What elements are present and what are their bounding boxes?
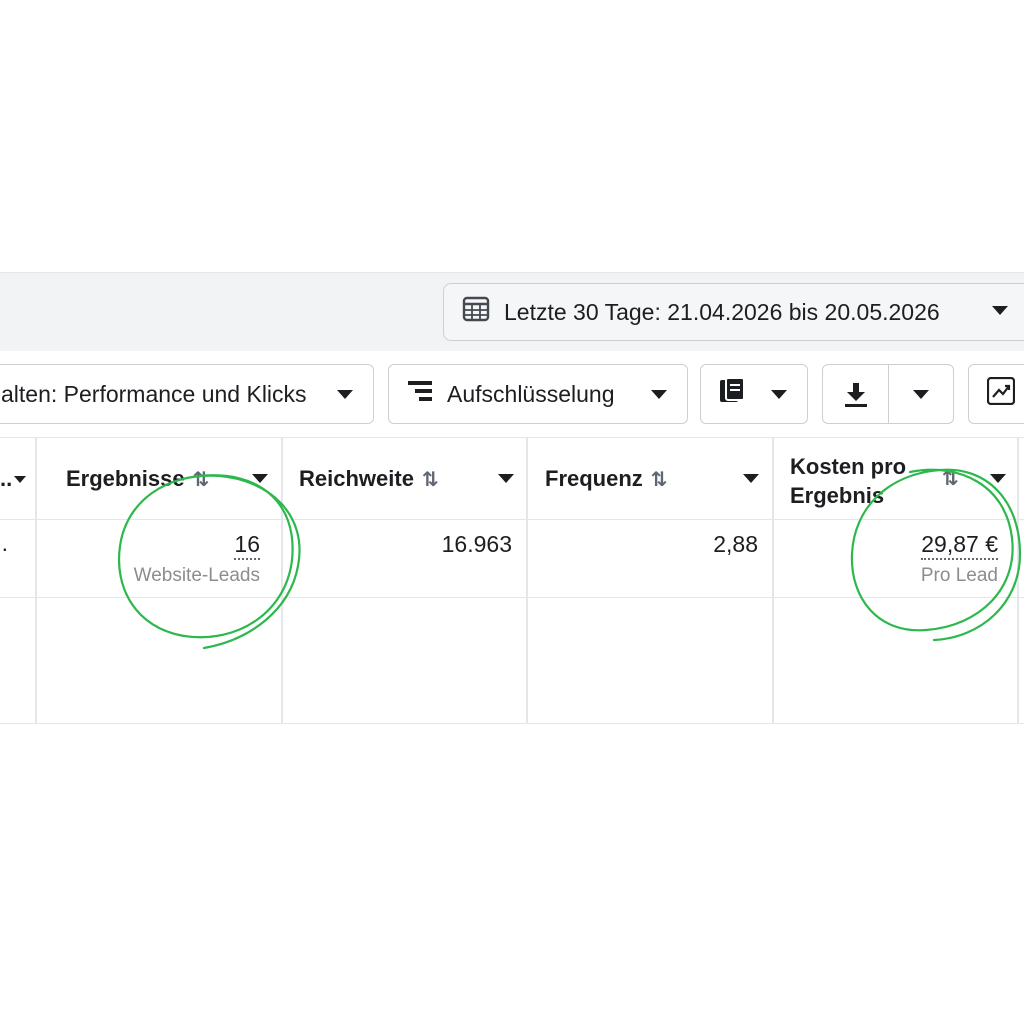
caret-down-icon: [337, 389, 353, 399]
breakdown-button[interactable]: Aufschlüsselung: [388, 364, 688, 424]
header-bottom-border: [0, 519, 1024, 520]
columns-label: alten: Performance und Klicks: [1, 380, 307, 407]
header-label: Frequenz: [545, 466, 643, 491]
column-header-reach[interactable]: Reichweite ⇅: [299, 466, 439, 492]
column-header-results[interactable]: Ergebnisse ⇅: [66, 466, 209, 492]
cell-results[interactable]: 16: [100, 531, 260, 560]
cost-value[interactable]: 29,87 €: [921, 531, 998, 560]
header-label: Reichweite: [299, 466, 414, 491]
calendar-icon: [462, 295, 490, 329]
caret-down-icon[interactable]: [913, 390, 929, 399]
column-divider: [281, 437, 283, 724]
cost-subtext: Pro Lead: [920, 565, 998, 586]
cell-frequency: 2,88: [713, 531, 758, 557]
column-divider: [772, 437, 774, 724]
columns-button[interactable]: alten: Performance und Klicks: [0, 364, 374, 424]
results-subtext: Website-Leads: [133, 565, 260, 586]
header-label-line1: Kosten pro: [790, 454, 907, 479]
column-header-truncated[interactable]: ..: [0, 466, 27, 492]
date-range-picker[interactable]: Letzte 30 Tage: 21.04.2026 bis 20.05.202…: [443, 283, 1024, 341]
cell-cost-per-result[interactable]: 29,87 €: [790, 531, 998, 560]
caret-down-icon[interactable]: [252, 474, 268, 483]
date-range-label: Letzte 30 Tage: 21.04.2026 bis 20.05.202…: [504, 298, 940, 325]
caret-down-icon[interactable]: [990, 474, 1006, 483]
download-icon[interactable]: [843, 382, 869, 414]
caret-down-icon: [992, 306, 1008, 315]
column-header-cost-per-result[interactable]: Kosten pro Ergebnis: [790, 452, 906, 510]
sort-icon[interactable]: ⇅: [193, 467, 210, 492]
reports-button[interactable]: [700, 364, 808, 424]
breakdown-label: Aufschlüsselung: [447, 380, 615, 407]
column-header-frequency[interactable]: Frequenz ⇅: [545, 466, 668, 492]
header-label-line2: Ergebnis: [790, 483, 885, 508]
row-border: [0, 597, 1024, 598]
caret-down-icon[interactable]: [743, 474, 759, 483]
caret-down-icon: [771, 389, 787, 399]
caret-down-icon[interactable]: [498, 474, 514, 483]
cell-truncated: .: [1, 530, 8, 556]
caret-down-icon: [651, 389, 667, 399]
reports-icon: [719, 377, 749, 411]
button-divider: [888, 365, 889, 423]
table-top-border: [0, 437, 1024, 438]
export-button[interactable]: [822, 364, 954, 424]
results-value[interactable]: 16: [234, 531, 260, 560]
chart-icon: [986, 376, 1016, 411]
column-divider: [35, 437, 37, 724]
column-divider: [1017, 437, 1019, 724]
sort-icon[interactable]: ⇅: [942, 466, 959, 491]
chart-button[interactable]: [968, 364, 1024, 424]
header-label: ..: [0, 466, 13, 491]
caret-down-icon[interactable]: [14, 475, 27, 483]
cell-reach: 16.963: [441, 531, 512, 557]
table-bottom-border: [0, 723, 1024, 724]
sort-icon[interactable]: ⇅: [651, 467, 668, 492]
breakdown-icon: [407, 379, 433, 409]
sort-icon[interactable]: ⇅: [422, 467, 439, 492]
column-divider: [526, 437, 528, 724]
header-label: Ergebnisse: [66, 466, 185, 491]
